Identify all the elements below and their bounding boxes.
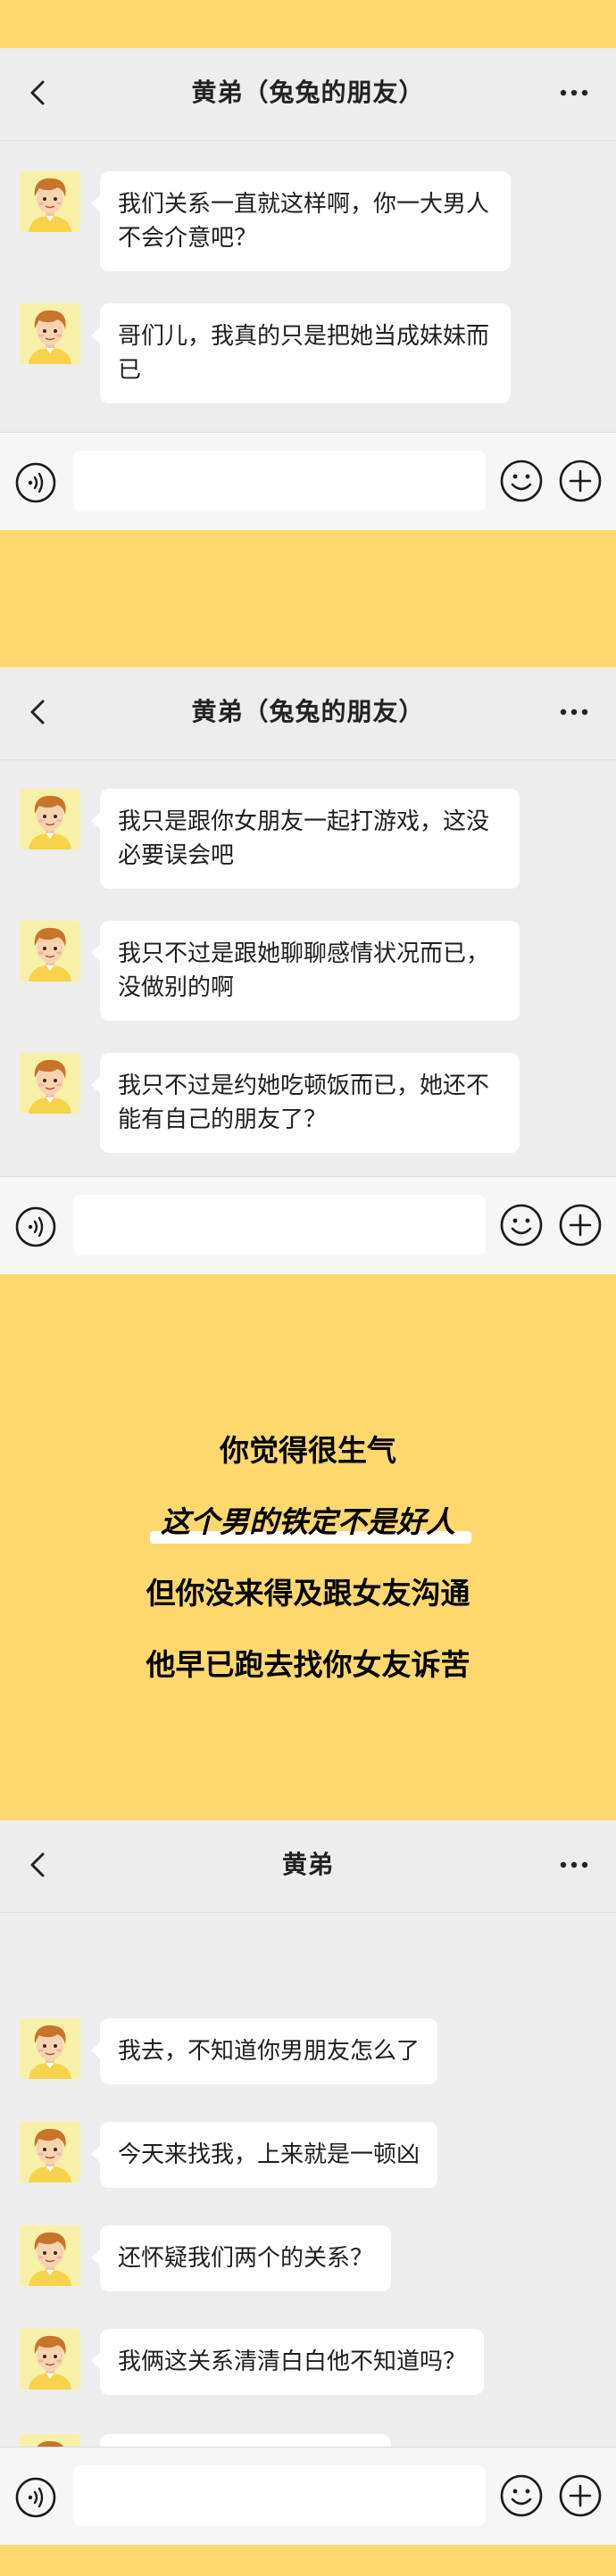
- message-input[interactable]: [73, 1195, 486, 1255]
- message-row: 我只是跟你女朋友一起打游戏，这没必要误会吧: [20, 789, 520, 889]
- plus-icon[interactable]: [557, 1202, 604, 1248]
- more-dots-icon[interactable]: [552, 694, 596, 730]
- chat-header: 黄弟: [0, 1820, 616, 1913]
- input-bar: [0, 432, 616, 530]
- avatar[interactable]: [20, 303, 80, 364]
- message-row: 我们关系一直就这样啊，你一大男人不会介意吧？: [20, 171, 511, 271]
- voice-icon[interactable]: [14, 461, 57, 504]
- message-bubble: 我只不过是约她吃顿饭而已，她还不能有自己的朋友了？: [91, 1053, 520, 1153]
- message-input[interactable]: [73, 2465, 486, 2526]
- message-bubble: 我只是跟你女朋友一起打游戏，这没必要误会吧: [91, 789, 520, 889]
- message-row: 还怀疑我们两个的关系？: [20, 2225, 392, 2291]
- message-bubble: 我去，不知道你男朋友怎么了: [90, 2018, 438, 2084]
- message-row: 我去，不知道你男朋友怎么了: [20, 2018, 438, 2084]
- avatar[interactable]: [20, 2225, 80, 2286]
- avatar[interactable]: [20, 171, 80, 232]
- chat-screen-1: 黄弟（兔兔的朋友） 我们关系一直就这样啊，你一大男人不会介意吧？ 哥们儿，我真的…: [0, 48, 616, 530]
- avatar[interactable]: [20, 2018, 80, 2079]
- chat-title: 黄弟（兔兔的朋友）: [191, 78, 425, 107]
- chat-screen-3: 黄弟 我去，不知道你男朋友怎么了 今天来找我，上来就是一顿凶 还怀疑我们两个的关…: [0, 1820, 616, 2545]
- message-row: 我只不过是跟她聊聊感情状况而已，没做别的啊: [20, 921, 520, 1021]
- avatar[interactable]: [20, 789, 80, 849]
- more-dots-icon[interactable]: [552, 1847, 596, 1883]
- message-row: 今天来找我，上来就是一顿凶: [20, 2122, 438, 2188]
- plus-icon[interactable]: [557, 458, 604, 504]
- message-bubble: 我俩这关系清清白白他不知道吗？: [90, 2329, 485, 2395]
- voice-icon[interactable]: [14, 2476, 57, 2519]
- avatar[interactable]: [20, 1053, 80, 1114]
- chat-header: 黄弟（兔兔的朋友）: [0, 667, 616, 760]
- message-bubble: 我只不过是跟她聊聊感情状况而已，没做别的啊: [91, 921, 520, 1021]
- plus-icon[interactable]: [557, 2472, 604, 2519]
- avatar[interactable]: [20, 2122, 80, 2183]
- input-bar: [0, 2447, 616, 2545]
- emoji-icon[interactable]: [498, 2472, 545, 2519]
- avatar[interactable]: [20, 2329, 80, 2390]
- input-bar: [0, 1176, 616, 1274]
- caption-line: 但你没来得及跟女友沟通: [146, 1576, 470, 1611]
- chat-screen-2: 黄弟（兔兔的朋友） 我只是跟你女朋友一起打游戏，这没必要误会吧 我只不过是跟她聊…: [0, 667, 616, 1274]
- message-row: 我只不过是约她吃顿饭而已，她还不能有自己的朋友了？: [20, 1053, 520, 1153]
- message-bubble: 今天来找我，上来就是一顿凶: [90, 2122, 438, 2188]
- message-row: 我俩这关系清清白白他不知道吗？: [20, 2329, 485, 2395]
- caption-highlight-line: 这个男的铁定不是好人: [161, 1504, 455, 1539]
- message-input[interactable]: [73, 451, 486, 511]
- message-row: 哥们儿，我真的只是把她当成妹妹而已: [20, 303, 511, 403]
- chat-header: 黄弟（兔兔的朋友）: [0, 48, 616, 141]
- caption-line: 你觉得很生气: [220, 1433, 396, 1468]
- caption-line: 他早已跑去找你女友诉苦: [146, 1647, 470, 1682]
- emoji-icon[interactable]: [498, 1202, 545, 1248]
- avatar[interactable]: [20, 921, 80, 982]
- message-bubble: 哥们儿，我真的只是把她当成妹妹而已: [91, 303, 511, 403]
- chat-title: 黄弟（兔兔的朋友）: [191, 697, 425, 726]
- emoji-icon[interactable]: [498, 458, 545, 504]
- voice-icon[interactable]: [14, 1205, 57, 1248]
- message-bubble: 还怀疑我们两个的关系？: [90, 2225, 392, 2291]
- message-bubble: 我们关系一直就这样啊，你一大男人不会介意吧？: [91, 171, 511, 271]
- more-dots-icon[interactable]: [552, 75, 596, 111]
- chat-title: 黄弟: [281, 1850, 334, 1879]
